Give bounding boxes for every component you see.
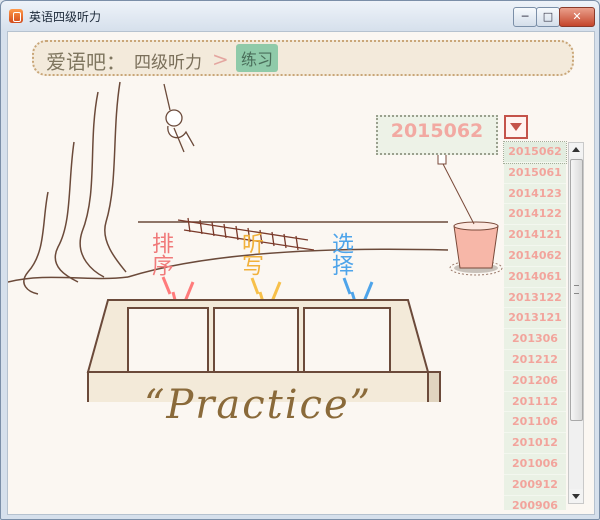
- title-bar[interactable]: 英语四级听力 ─ □ ✕: [1, 1, 599, 29]
- scroll-up-icon[interactable]: [569, 143, 583, 157]
- maximize-button[interactable]: □: [536, 7, 560, 27]
- category-sort[interactable]: 排序: [146, 232, 174, 276]
- breadcrumb-separator: >: [212, 47, 229, 71]
- minimize-button[interactable]: ─: [513, 7, 537, 27]
- year-list-item[interactable]: 2014123: [504, 184, 566, 205]
- breadcrumb: 爱语吧： 四级听力 > 练习: [32, 40, 574, 76]
- year-list-item[interactable]: 2013121: [504, 308, 566, 330]
- category-choice[interactable]: 选择: [326, 232, 354, 276]
- year-display: 2015062: [376, 115, 498, 155]
- year-list-item[interactable]: 200912: [504, 475, 566, 496]
- main-content: 爱语吧： 四级听力 > 练习 排序 听写 选择 “Practice” 20150…: [7, 31, 595, 515]
- breadcrumb-current: 练习: [236, 44, 279, 72]
- year-list-item[interactable]: 2013122: [504, 288, 566, 309]
- year-list-item[interactable]: 2014061: [504, 267, 566, 288]
- year-list-item[interactable]: 201206: [504, 371, 566, 392]
- year-dropdown-button[interactable]: [504, 115, 528, 139]
- year-list-item[interactable]: 201106: [504, 412, 566, 434]
- breadcrumb-section[interactable]: 四级听力: [134, 48, 202, 73]
- year-list-item[interactable]: 201306: [504, 329, 566, 350]
- year-list-scrollbar[interactable]: [568, 142, 584, 504]
- year-list: 2015062 2015061 2014123 2014122 2014121 20140…: [503, 141, 567, 512]
- year-list-item[interactable]: 2014121: [504, 225, 566, 246]
- grip-icon: [574, 285, 579, 294]
- close-button[interactable]: ✕: [559, 7, 595, 27]
- year-list-item[interactable]: 200906: [504, 496, 566, 514]
- year-list-item[interactable]: 2015062: [503, 141, 567, 164]
- scroll-down-icon[interactable]: [569, 489, 583, 503]
- year-list-item[interactable]: 201012: [504, 433, 566, 454]
- window-title: 英语四级听力: [29, 10, 102, 24]
- practice-label: “Practice”: [143, 382, 373, 428]
- hanging-doll-icon: [163, 83, 195, 153]
- year-list-item[interactable]: 201006: [504, 454, 566, 475]
- year-list-item[interactable]: 201112: [504, 392, 566, 413]
- year-list-item[interactable]: 201212: [504, 350, 566, 371]
- category-dictation[interactable]: 听写: [236, 232, 264, 276]
- app-window: 英语四级听力 ─ □ ✕ 爱语吧： 四级听力 > 练习 排序 听写 选择 “Pr…: [0, 0, 600, 520]
- year-list-item[interactable]: 2014062: [504, 246, 566, 267]
- selected-year-text: 2015062: [390, 120, 484, 142]
- app-icon: [9, 9, 23, 23]
- year-list-item[interactable]: 2015061: [504, 163, 566, 184]
- breadcrumb-site[interactable]: 爱语吧：: [46, 46, 126, 75]
- year-list-item[interactable]: 2014122: [504, 204, 566, 226]
- scroll-thumb[interactable]: [570, 159, 583, 421]
- paper-cup-icon: [437, 153, 503, 276]
